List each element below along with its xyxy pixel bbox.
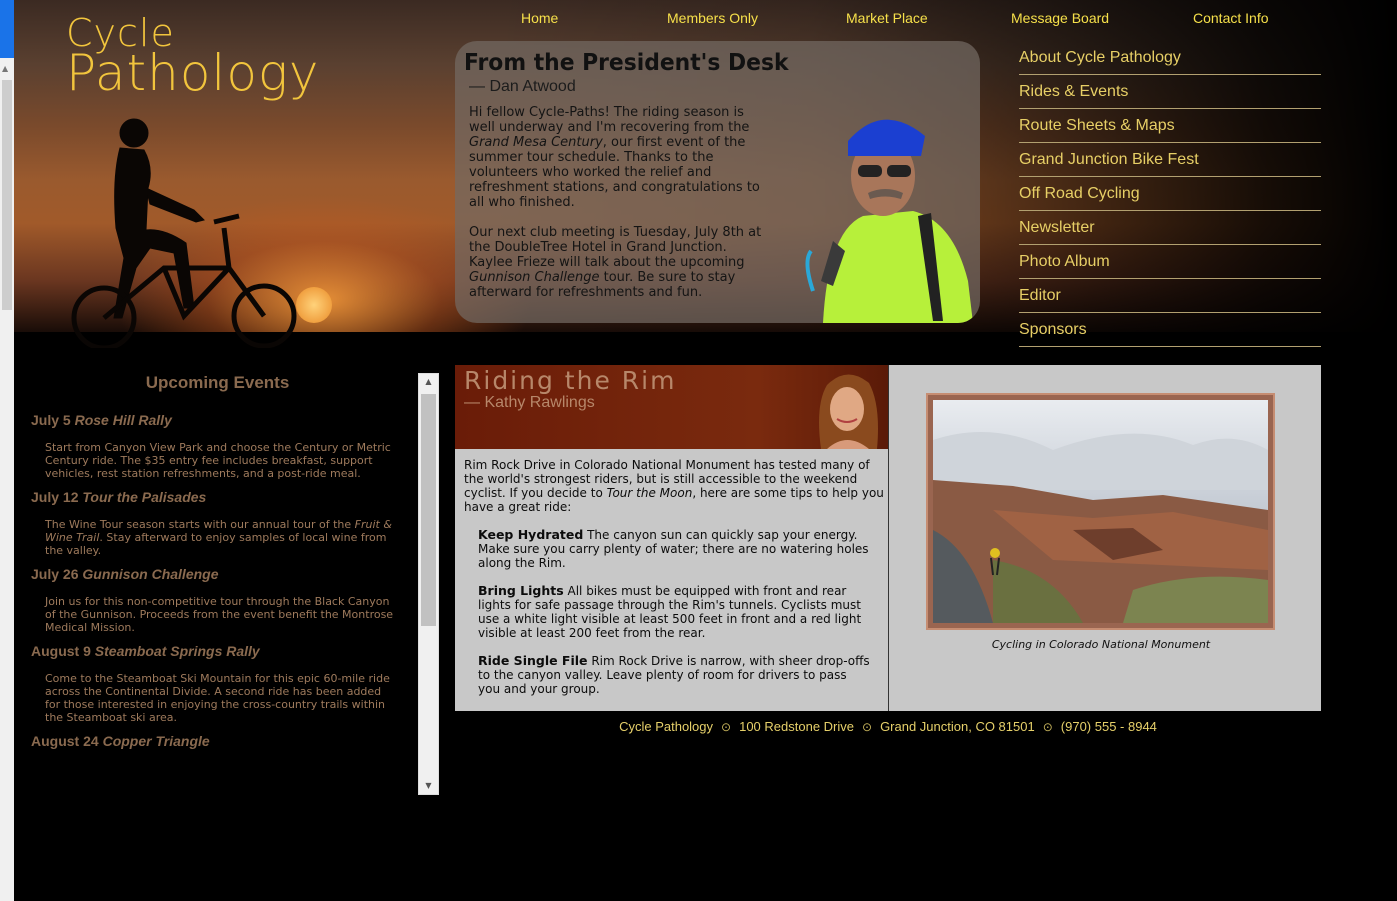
side-nav-photo-album[interactable]: Photo Album (1019, 245, 1321, 279)
side-nav-rides-events[interactable]: Rides & Events (1019, 75, 1321, 109)
events-scrollbar[interactable]: ▲ ▼ (418, 373, 439, 795)
logo-line-2: Pathology (66, 44, 320, 102)
riding-the-rim-article: Riding the Rim — Kathy Rawlings Rim Rock… (455, 365, 889, 711)
top-nav: Home Members Only Market Place Message B… (468, 10, 1328, 30)
presidents-desk-title: From the President's Desk (464, 50, 789, 76)
site-logo[interactable]: Cycle Pathology (66, 14, 320, 98)
scroll-up-arrow-icon[interactable]: ▲ (2, 64, 8, 73)
nav-contact-info[interactable]: Contact Info (1193, 10, 1269, 26)
footer-phone: (970) 555 - 8944 (1060, 719, 1157, 734)
event-description: Start from Canyon View Park and choose t… (45, 441, 391, 480)
footer-address: 100 Redstone Drive (739, 719, 854, 734)
footer-club-name: Cycle Pathology (619, 719, 714, 734)
event-title: August 9 Steamboat Springs Rally (31, 643, 260, 659)
side-nav: About Cycle Pathology Rides & Events Rou… (1019, 41, 1321, 347)
event-description: The Wine Tour season starts with our ann… (45, 518, 392, 557)
photo-caption: Cycling in Colorado National Monument (991, 638, 1211, 651)
photo-frame (926, 393, 1275, 630)
president-photo (805, 119, 973, 323)
side-nav-editor[interactable]: Editor (1019, 279, 1321, 313)
side-nav-off-road[interactable]: Off Road Cycling (1019, 177, 1321, 211)
article-title: Riding the Rim (464, 366, 677, 395)
article-tip: Bring Lights All bikes must be equipped … (478, 583, 862, 641)
footer-separator-icon: ⊙ (721, 720, 732, 734)
footer-city: Grand Junction, CO 81501 (880, 719, 1035, 734)
side-nav-route-sheets[interactable]: Route Sheets & Maps (1019, 109, 1321, 143)
scroll-down-arrow-icon[interactable]: ▼ (419, 778, 438, 794)
presidents-message: Hi fellow Cycle-Paths! The riding season… (469, 105, 767, 315)
browser-scrollbar[interactable]: ▲ (0, 0, 14, 901)
event-title: July 26 Gunnison Challenge (31, 566, 219, 582)
presidents-paragraph-1: Hi fellow Cycle-Paths! The riding season… (469, 105, 760, 210)
event-description: Join us for this non-competitive tour th… (45, 595, 394, 634)
canyon-photo (933, 400, 1268, 623)
side-nav-newsletter[interactable]: Newsletter (1019, 211, 1321, 245)
side-nav-bike-fest[interactable]: Grand Junction Bike Fest (1019, 143, 1321, 177)
side-nav-about[interactable]: About Cycle Pathology (1019, 41, 1321, 75)
author-photo (819, 374, 878, 449)
article-byline: — Kathy Rawlings (464, 394, 595, 411)
article-tip: Keep Hydrated The canyon sun can quickly… (478, 527, 869, 571)
cyclist-silhouette (71, 118, 297, 348)
events-scroll-thumb[interactable] (421, 394, 436, 626)
footer: Cycle Pathology ⊙ 100 Redstone Drive ⊙ Grand… (455, 719, 1321, 734)
nav-market-place[interactable]: Market Place (846, 10, 928, 26)
events-heading: Upcoming Events (145, 373, 290, 392)
nav-members-only[interactable]: Members Only (667, 10, 758, 26)
footer-separator-icon: ⊙ (1042, 720, 1053, 734)
nav-message-board[interactable]: Message Board (1011, 10, 1109, 26)
event-description: Come to the Steamboat Ski Mountain for t… (45, 672, 390, 724)
photo-panel: Cycling in Colorado National Monument (889, 365, 1321, 711)
article-intro: Rim Rock Drive in Colorado National Monu… (464, 458, 884, 514)
article-tip: Ride Single File Rim Rock Drive is narro… (478, 653, 870, 697)
article-header: Riding the Rim — Kathy Rawlings (455, 365, 888, 449)
upcoming-events-panel[interactable]: Upcoming Events July 5 Rose Hill Rally S… (14, 365, 439, 795)
event-title: July 12 Tour the Palisades (31, 489, 207, 505)
browser-tab-edge (0, 0, 14, 58)
presidents-desk: From the President's Desk — Dan Atwood H… (455, 41, 980, 323)
article-body: Rim Rock Drive in Colorado National Monu… (464, 458, 884, 710)
nav-home[interactable]: Home (521, 10, 558, 26)
presidents-paragraph-2: Our next club meeting is Tuesday, July 8… (469, 225, 762, 300)
presidents-byline: — Dan Atwood (469, 78, 576, 95)
browser-scroll-thumb[interactable] (2, 80, 12, 310)
scroll-up-arrow-icon[interactable]: ▲ (419, 374, 438, 390)
event-title: August 24 Copper Triangle (31, 733, 210, 749)
events-scroll-area[interactable]: Upcoming Events July 5 Rose Hill Rally S… (14, 365, 404, 795)
event-title: July 5 Rose Hill Rally (31, 412, 172, 428)
side-nav-sponsors[interactable]: Sponsors (1019, 313, 1321, 347)
footer-separator-icon: ⊙ (862, 720, 873, 734)
